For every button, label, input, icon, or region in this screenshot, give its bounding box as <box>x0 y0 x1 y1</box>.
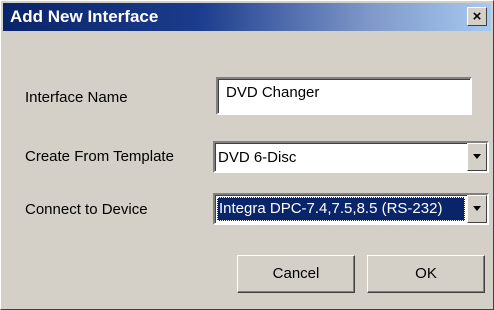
device-selected-option: Integra DPC-7.4,7.5,8.5 (RS-232) <box>217 197 465 221</box>
device-label: Connect to Device <box>25 201 148 218</box>
template-select[interactable]: DVD 6-Disc <box>213 141 489 173</box>
cancel-button[interactable]: Cancel <box>237 255 355 293</box>
device-select[interactable]: Integra DPC-7.4,7.5,8.5 (RS-232) <box>213 193 489 225</box>
close-button[interactable]: × <box>467 7 487 26</box>
ok-button[interactable]: OK <box>367 255 485 293</box>
dialog-title: Add New Interface <box>10 7 159 26</box>
chevron-down-icon <box>473 154 481 159</box>
close-icon: × <box>472 8 482 25</box>
interface-name-value: DVD Changer <box>226 84 320 101</box>
title-bar[interactable]: Add New Interface × <box>3 3 491 31</box>
template-value: DVD 6-Disc <box>218 149 297 166</box>
interface-name-label: Interface Name <box>25 89 128 106</box>
template-label: Create From Template <box>25 148 174 165</box>
interface-name-input[interactable]: DVD Changer <box>216 77 472 115</box>
device-dropdown-button[interactable] <box>467 195 487 223</box>
template-dropdown-button[interactable] <box>467 143 487 171</box>
add-new-interface-dialog: Add New Interface × Interface Name DVD C… <box>0 0 494 310</box>
device-value: Integra DPC-7.4,7.5,8.5 (RS-232) <box>219 200 443 217</box>
chevron-down-icon <box>473 206 481 211</box>
